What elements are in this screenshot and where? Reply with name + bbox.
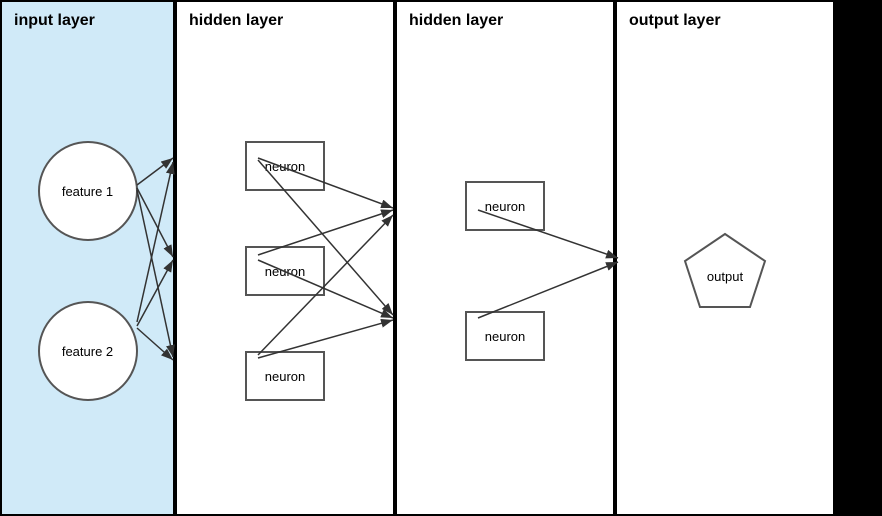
- input-layer-title: input layer: [2, 2, 173, 40]
- hidden-layer-1: hidden layer neuron neuron neuron: [175, 0, 395, 516]
- output-node-label: output: [707, 269, 744, 284]
- hidden2-neuron-1-label: neuron: [485, 199, 525, 214]
- output-layer-title: output layer: [617, 2, 833, 40]
- neural-network-diagram: input layer feature 1 feature 2 hidden l…: [0, 0, 882, 516]
- hidden1-neuron-3-label: neuron: [265, 369, 305, 384]
- input-nodes-container: feature 1 feature 2: [2, 40, 173, 502]
- input-node-2: feature 2: [38, 301, 138, 401]
- hidden1-nodes-container: neuron neuron neuron: [177, 40, 393, 502]
- hidden-layer-1-title: hidden layer: [177, 2, 393, 40]
- hidden1-neuron-2-label: neuron: [265, 264, 305, 279]
- hidden-layer-2-title: hidden layer: [397, 2, 613, 40]
- hidden2-neuron-2: neuron: [465, 311, 545, 361]
- hidden1-neuron-1: neuron: [245, 141, 325, 191]
- hidden2-neuron-2-label: neuron: [485, 329, 525, 344]
- input-node-2-label: feature 2: [62, 344, 113, 359]
- input-node-1-label: feature 1: [62, 184, 113, 199]
- hidden2-neuron-1: neuron: [465, 181, 545, 231]
- hidden-layer-2: hidden layer neuron neuron: [395, 0, 615, 516]
- output-nodes-container: output: [617, 40, 833, 502]
- input-node-1: feature 1: [38, 141, 138, 241]
- output-layer: output layer output: [615, 0, 835, 516]
- input-layer: input layer feature 1 feature 2: [0, 0, 175, 516]
- hidden2-nodes-container: neuron neuron: [397, 40, 613, 502]
- output-pentagon: output: [680, 229, 770, 314]
- hidden1-neuron-1-label: neuron: [265, 159, 305, 174]
- hidden1-neuron-2: neuron: [245, 246, 325, 296]
- hidden1-neuron-3: neuron: [245, 351, 325, 401]
